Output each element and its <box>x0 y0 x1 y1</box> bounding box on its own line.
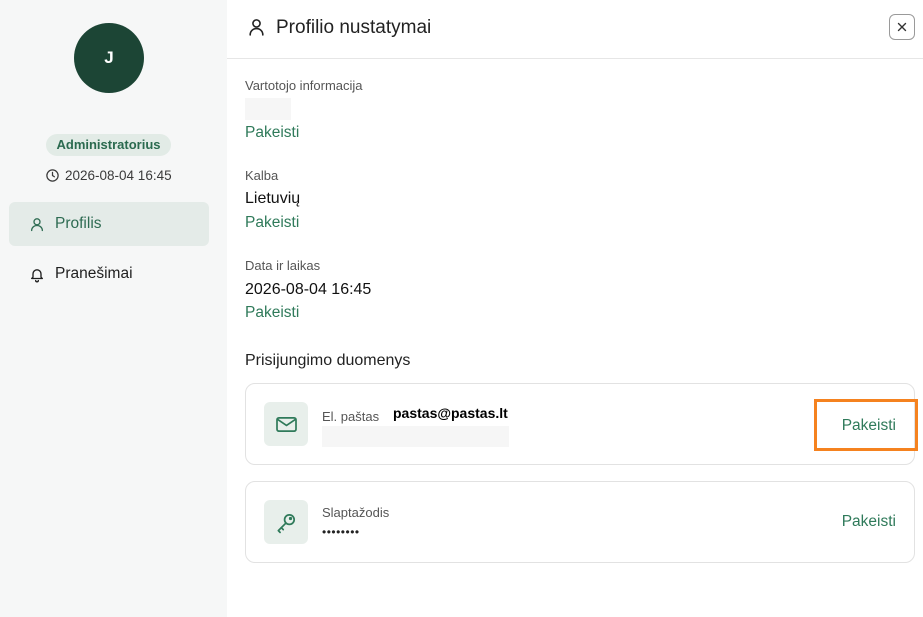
language-value: Lietuvių <box>245 190 301 207</box>
sidebar-item-pranesimai[interactable]: Pranešimai <box>9 252 209 296</box>
page-title: Profilio nustatymai <box>276 17 432 38</box>
user-icon <box>29 216 45 233</box>
user-info-label: Vartotojo informacija <box>245 78 363 93</box>
avatar: J <box>74 23 144 93</box>
sidebar-datetime: 2026-08-04 16:45 <box>45 166 172 184</box>
mail-icon <box>275 415 298 434</box>
change-datetime-link[interactable]: Pakeisti <box>245 304 299 322</box>
sidebar-item-label: Pranešimai <box>55 265 133 282</box>
password-card: Slaptažodis •••••••• Pakeisti <box>245 481 915 563</box>
sidebar-item-profilis[interactable]: Profilis <box>9 202 209 246</box>
close-button[interactable] <box>889 14 915 40</box>
change-email-button[interactable]: Pakeisti <box>842 417 896 435</box>
user-info-value-redacted <box>245 98 291 120</box>
sidebar-item-label: Profilis <box>55 215 102 232</box>
email-icon-box <box>264 402 308 446</box>
clock-icon <box>45 168 60 183</box>
language-label: Kalba <box>245 168 279 183</box>
bell-icon <box>29 266 45 283</box>
change-password-button[interactable]: Pakeisti <box>842 513 896 531</box>
close-icon <box>895 20 909 34</box>
change-language-link[interactable]: Pakeisti <box>245 214 299 232</box>
change-user-info-link[interactable]: Pakeisti <box>245 124 299 142</box>
login-section-heading: Prisijungimo duomenys <box>245 352 411 369</box>
email-value-redacted <box>322 426 509 447</box>
email-label: El. paštas <box>322 409 380 424</box>
user-icon <box>247 17 266 37</box>
password-icon-box <box>264 500 308 544</box>
header-divider <box>227 58 923 59</box>
email-value: pastas@pastas.lt <box>393 405 508 421</box>
email-card: El. paštas pastas@pastas.lt Pakeisti <box>245 383 915 465</box>
datetime-label: Data ir laikas <box>245 258 321 273</box>
password-value: •••••••• <box>322 525 360 539</box>
password-label: Slaptažodis <box>322 505 390 520</box>
key-icon <box>275 511 298 534</box>
datetime-value: 2026-08-04 16:45 <box>245 281 372 298</box>
sidebar-datetime-text: 2026-08-04 16:45 <box>65 167 172 183</box>
role-badge: Administratorius <box>46 134 171 156</box>
